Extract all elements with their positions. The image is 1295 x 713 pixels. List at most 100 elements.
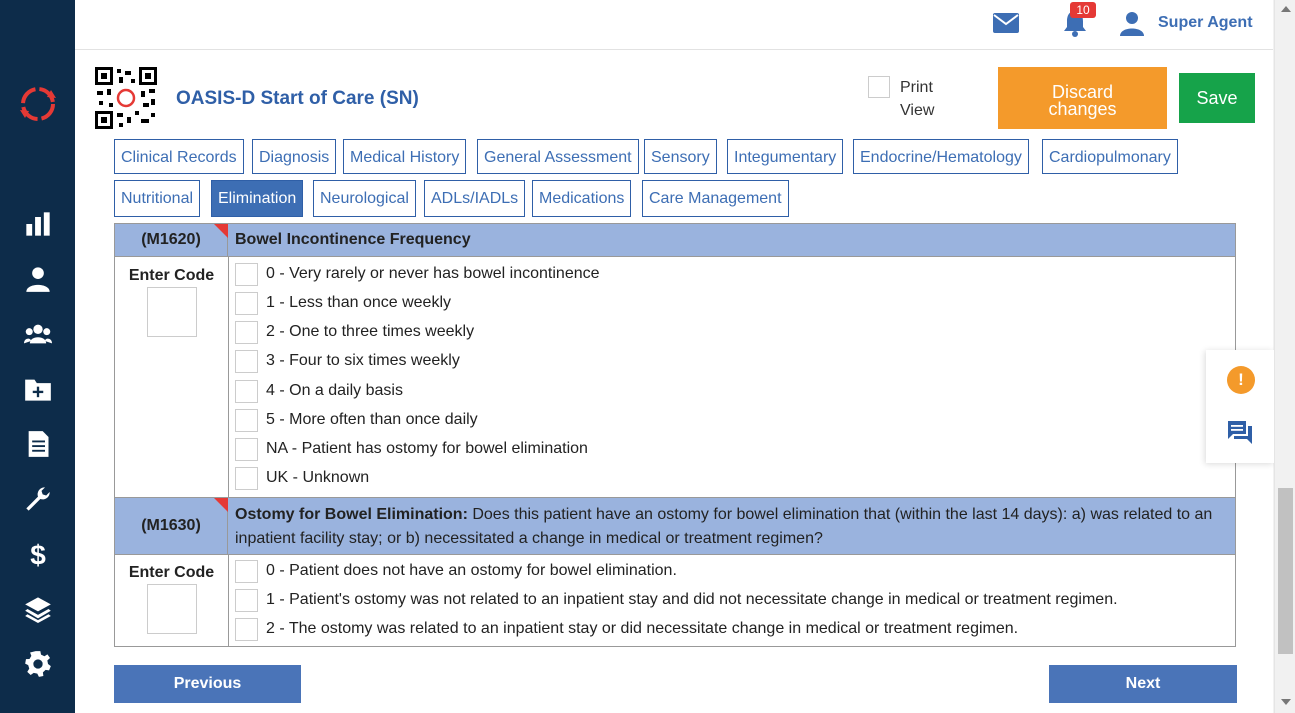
tab-adls-iadls[interactable]: ADLs/IADLs [424,180,526,217]
m1620-option-uk[interactable]: UK - Unknown [235,466,369,490]
column-divider [228,555,229,647]
settings-gear-icon[interactable] [22,648,54,680]
m1630-code-input[interactable] [147,584,197,634]
tab-sensory[interactable]: Sensory [644,139,717,174]
folder-plus-icon[interactable] [22,373,54,405]
tab-cardiopulmonary[interactable]: Cardiopulmonary [1042,139,1178,174]
dollar-icon[interactable]: $ [22,538,54,570]
app-logo-icon[interactable] [18,84,58,124]
svg-text:$: $ [30,540,46,568]
option-label: 0 - Patient does not have an ostomy for … [266,562,677,579]
question-title: Bowel Incontinence Frequency [235,228,471,252]
scroll-down-arrow-icon[interactable] [1281,699,1291,705]
option-label: NA - Patient has ostomy for bowel elimin… [266,440,588,457]
m1620-option-3[interactable]: 3 - Four to six times weekly [235,349,460,373]
option-label: 0 - Very rarely or never has bowel incon… [266,265,600,282]
m1620-option-5[interactable]: 5 - More often than once daily [235,408,478,432]
option-label: 2 - The ostomy was related to an inpatie… [266,620,1019,637]
form-content: Clinical Records Diagnosis Medical Histo… [75,139,1273,713]
question-title-bold: Bowel Incontinence Frequency [235,231,471,248]
tab-diagnosis[interactable]: Diagnosis [252,139,337,174]
question-code: (M1620) [115,224,228,256]
option-checkbox[interactable] [235,437,258,461]
option-label: 4 - On a daily basis [266,382,403,399]
chat-comments-icon[interactable] [1226,418,1254,446]
option-label: 1 - Patient's ostomy was not related to … [266,591,1118,608]
m1620-option-4[interactable]: 4 - On a daily basis [235,379,403,403]
m1620-option-2[interactable]: 2 - One to three times weekly [235,320,474,344]
tab-care-management[interactable]: Care Management [642,180,789,217]
sidebar: $ [0,0,75,713]
form-header: OASIS-D Start of Care (SN) Print View Dis… [75,50,1273,143]
tab-integumentary[interactable]: Integumentary [727,139,844,174]
scroll-up-arrow-icon[interactable] [1281,6,1291,12]
print-view-checkbox[interactable] [868,76,890,98]
column-divider [228,257,229,497]
tab-medical-history[interactable]: Medical History [343,139,467,174]
option-checkbox[interactable] [235,559,258,583]
m1620-option-na[interactable]: NA - Patient has ostomy for bowel elimin… [235,437,588,461]
option-label: 1 - Less than once weekly [266,294,451,311]
document-icon[interactable] [22,428,54,460]
page-scrollbar[interactable] [1274,0,1295,713]
option-checkbox[interactable] [235,408,258,432]
reports-chart-icon[interactable] [22,208,54,240]
enter-code-label: Enter Code [128,564,215,581]
user-name-link[interactable]: Super Agent [1158,14,1253,32]
option-checkbox[interactable] [235,349,258,373]
question-code: (M1630) [115,498,228,554]
option-checkbox[interactable] [235,262,258,286]
option-label: 5 - More often than once daily [266,411,478,428]
option-label: 3 - Four to six times weekly [266,352,460,369]
option-checkbox[interactable] [235,320,258,344]
notification-count-badge: 10 [1070,2,1096,18]
layers-icon[interactable] [22,593,54,625]
tab-clinical-records[interactable]: Clinical Records [114,139,244,174]
group-users-icon[interactable] [22,318,54,350]
question-header-m1630: (M1630) Ostomy for Bowel Elimination: Do… [115,497,1235,555]
print-view-word-view: View [900,102,935,119]
required-flag-icon [214,224,228,238]
tab-elimination[interactable]: Elimination [211,180,304,217]
discard-label-line2: changes [1048,99,1117,119]
discard-changes-button[interactable]: Discard changes [998,67,1167,129]
question-title: Ostomy for Bowel Elimination: Does this … [235,503,1231,551]
print-view-label[interactable]: Print View [900,76,934,122]
form-title: OASIS-D Start of Care (SN) [176,88,419,109]
question-header-m1620: (M1620) Bowel Incontinence Frequency [115,224,1235,257]
tab-endocrine-hematology[interactable]: Endocrine/Hematology [853,139,1029,174]
enter-code-label: Enter Code [128,267,215,284]
wrench-icon[interactable] [22,483,54,515]
option-label: 2 - One to three times weekly [266,323,475,340]
m1630-option-2[interactable]: 2 - The ostomy was related to an inpatie… [235,617,1018,641]
option-checkbox[interactable] [235,588,258,612]
m1630-option-0[interactable]: 0 - Patient does not have an ostomy for … [235,559,677,583]
tab-medications[interactable]: Medications [532,180,632,217]
floating-action-panel: ! [1206,350,1274,463]
patient-user-icon[interactable] [22,263,54,295]
user-avatar-icon[interactable] [1119,10,1145,36]
m1620-code-input[interactable] [147,287,197,337]
tab-neurological[interactable]: Neurological [313,180,416,217]
option-checkbox[interactable] [235,291,258,315]
alert-exclamation-icon[interactable]: ! [1227,366,1255,394]
question-table: (M1620) Bowel Incontinence Frequency Ent… [114,223,1236,647]
top-bar: 10 Super Agent [75,0,1273,50]
print-view-word-print: Print [900,79,933,96]
mail-icon[interactable] [992,11,1020,35]
m1630-option-1[interactable]: 1 - Patient's ostomy was not related to … [235,588,1118,612]
option-label: UK - Unknown [266,469,370,486]
required-flag-icon [214,498,228,512]
qr-code-icon [95,67,157,129]
option-checkbox[interactable] [235,379,258,403]
option-checkbox[interactable] [235,617,258,641]
m1620-option-0[interactable]: 0 - Very rarely or never has bowel incon… [235,262,600,286]
m1620-option-1[interactable]: 1 - Less than once weekly [235,291,451,315]
previous-button[interactable]: Previous [114,665,301,703]
tab-general-assessment[interactable]: General Assessment [477,139,639,174]
tab-nutritional[interactable]: Nutritional [114,180,201,217]
scrollbar-thumb[interactable] [1278,488,1293,654]
next-button[interactable]: Next [1049,665,1237,703]
option-checkbox[interactable] [235,466,258,490]
save-button[interactable]: Save [1179,73,1255,123]
